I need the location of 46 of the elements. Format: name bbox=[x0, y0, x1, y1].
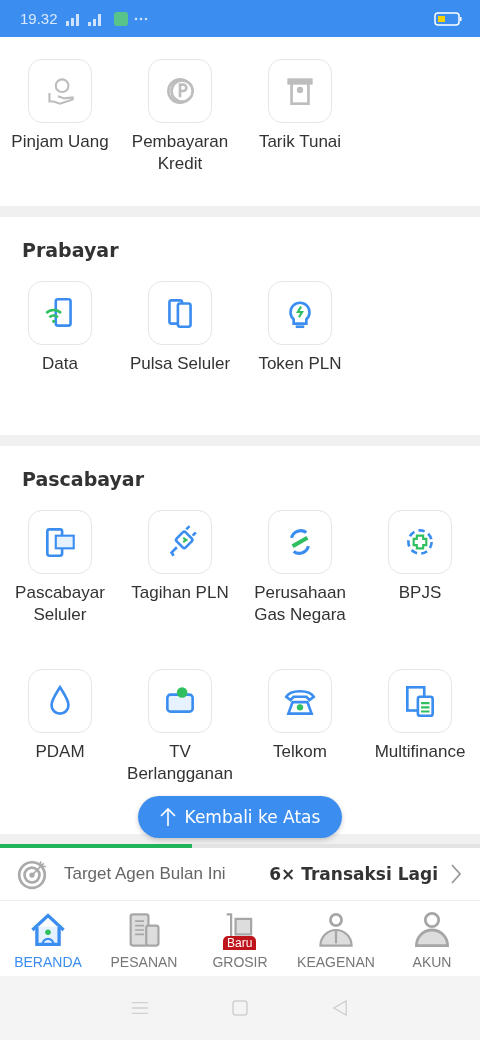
battery-icon bbox=[434, 11, 462, 26]
new-badge: Baru bbox=[223, 936, 257, 950]
service-button[interactable] bbox=[388, 669, 452, 733]
back-to-top-button[interactable]: Kembali ke Atas bbox=[138, 796, 342, 838]
service-button[interactable] bbox=[148, 669, 212, 733]
chevron-right-icon bbox=[450, 863, 462, 885]
service-button[interactable] bbox=[268, 281, 332, 345]
service-button[interactable] bbox=[148, 510, 212, 574]
service-label: Tagihan PLN bbox=[130, 582, 230, 604]
service-label: Multifinance bbox=[373, 741, 467, 763]
service-label: Tarik Tunai bbox=[257, 131, 343, 153]
arrow-up-icon bbox=[159, 807, 176, 827]
service-label: TV Berlangganan bbox=[126, 741, 234, 785]
service-button[interactable] bbox=[388, 510, 452, 574]
nav-tab[interactable]: AKUN bbox=[384, 901, 480, 976]
section-title: Prabayar bbox=[21, 238, 120, 263]
service-label: PDAM bbox=[34, 741, 86, 763]
service-label: Pinjam Uang bbox=[10, 131, 110, 153]
nav-tab[interactable]: BERANDA bbox=[0, 901, 96, 976]
nav-tab[interactable]: KEAGENAN bbox=[288, 901, 384, 976]
service-label: Pascabayar Seluler bbox=[14, 582, 106, 626]
service-label: BPJS bbox=[397, 582, 443, 604]
service-label: Data bbox=[41, 353, 79, 375]
nav-tab[interactable]: PESANAN bbox=[96, 901, 192, 976]
service-button[interactable] bbox=[28, 281, 92, 345]
service-label: Pulsa Seluler bbox=[128, 353, 232, 375]
clock-time: 19.32 bbox=[20, 10, 58, 27]
target-value: 6× Transaksi Lagi bbox=[269, 864, 438, 884]
service-button[interactable] bbox=[268, 669, 332, 733]
target-icon bbox=[16, 858, 48, 890]
service-button[interactable] bbox=[148, 281, 212, 345]
service-button[interactable] bbox=[28, 510, 92, 574]
service-label: Perusahaan Gas Negara bbox=[253, 582, 347, 626]
section-title: Pascabayar bbox=[21, 467, 146, 492]
service-button[interactable] bbox=[268, 510, 332, 574]
more-icon bbox=[133, 16, 148, 21]
target-row[interactable]: Target Agen Bulan Ini 6× Transaksi Lagi bbox=[0, 848, 480, 901]
service-label: Token PLN bbox=[257, 353, 343, 375]
service-label: Pembayaran Kredit bbox=[130, 131, 230, 175]
person-icon bbox=[412, 910, 452, 950]
service-button[interactable] bbox=[28, 669, 92, 733]
nav-tab[interactable]: Baru GROSIR bbox=[192, 901, 288, 976]
target-label: Target Agen Bulan Ini bbox=[64, 864, 226, 884]
agent-icon bbox=[316, 910, 356, 950]
service-label: Telkom bbox=[272, 741, 328, 763]
app-notification-icon bbox=[113, 11, 128, 26]
